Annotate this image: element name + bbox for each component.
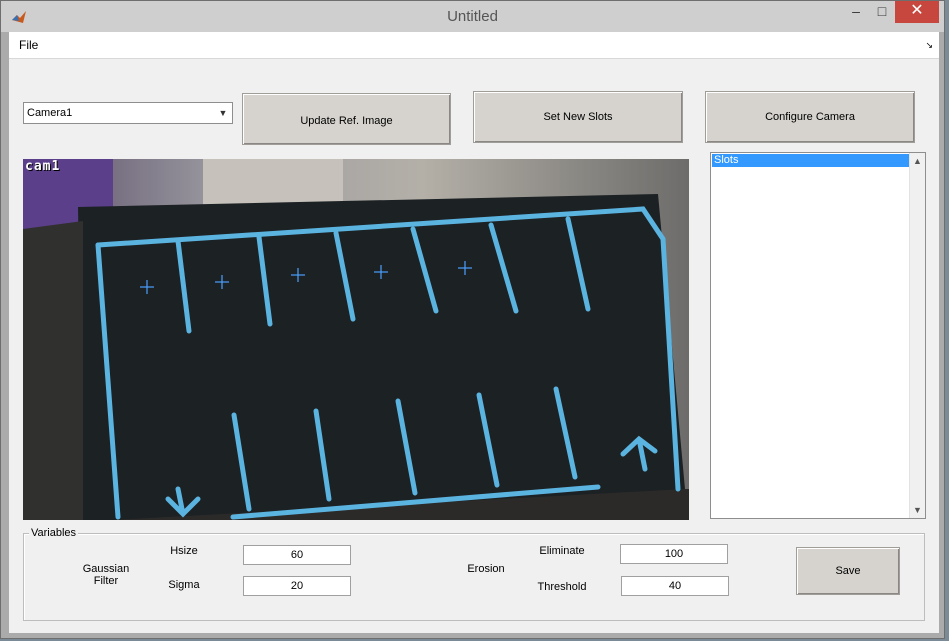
window-title: Untitled <box>447 8 498 25</box>
camera-preview: cam1 <box>23 159 689 520</box>
scroll-down-icon[interactable]: ▼ <box>910 502 925 518</box>
sigma-label: Sigma <box>168 579 200 591</box>
set-new-slots-button[interactable]: Set New Slots <box>473 91 683 143</box>
figure-area: File ↘ Camera1 ▼ Update Ref. Image Set N… <box>9 32 939 633</box>
camera-select-value: Camera1 <box>27 107 73 119</box>
close-button[interactable]: ✕ <box>895 1 939 23</box>
save-button[interactable]: Save <box>796 547 900 595</box>
minimize-button[interactable]: – <box>843 1 869 23</box>
slots-listbox[interactable]: Slots ▲ ▼ <box>710 152 926 519</box>
update-ref-image-button[interactable]: Update Ref. Image <box>242 93 451 145</box>
hsize-input[interactable]: 60 <box>243 545 351 565</box>
gaussian-filter-label: Gaussian Filter <box>82 563 130 587</box>
configure-camera-button[interactable]: Configure Camera <box>705 91 915 143</box>
menu-file[interactable]: File <box>19 38 38 52</box>
camera-overlay-label: cam1 <box>25 159 61 174</box>
camera-image <box>23 159 689 520</box>
eliminate-label: Eliminate <box>539 545 585 557</box>
title-bar[interactable]: Untitled – □ ✕ <box>1 1 944 32</box>
variables-panel: Variables Gaussian Filter Hsize 60 Sigma… <box>23 527 925 621</box>
menu-bar: File ↘ <box>9 32 939 59</box>
sigma-input[interactable]: 20 <box>243 576 351 596</box>
hsize-label: Hsize <box>170 545 198 557</box>
scroll-up-icon[interactable]: ▲ <box>910 153 925 169</box>
threshold-label: Threshold <box>537 581 587 593</box>
dock-arrow-icon[interactable]: ↘ <box>925 40 933 51</box>
app-window: Untitled – □ ✕ File ↘ Camera1 ▼ Update R… <box>0 0 945 639</box>
chevron-down-icon[interactable]: ▼ <box>216 105 230 121</box>
list-item[interactable]: Slots <box>712 154 909 167</box>
eliminate-input[interactable]: 100 <box>620 544 728 564</box>
threshold-input[interactable]: 40 <box>621 576 729 596</box>
maximize-button[interactable]: □ <box>869 1 895 23</box>
variables-panel-title: Variables <box>29 527 79 539</box>
erosion-label: Erosion <box>467 563 505 575</box>
listbox-scrollbar[interactable]: ▲ ▼ <box>909 153 925 518</box>
camera-select[interactable]: Camera1 ▼ <box>23 102 233 124</box>
